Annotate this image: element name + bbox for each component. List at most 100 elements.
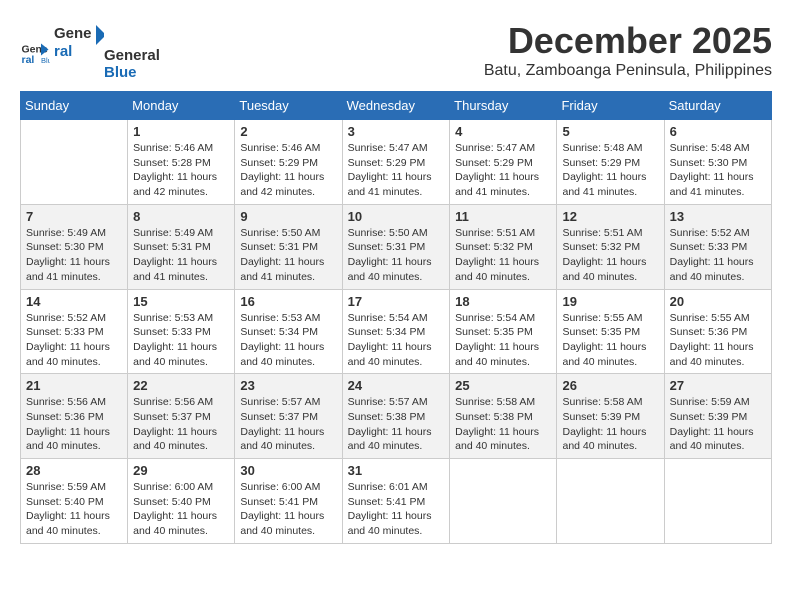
calendar-day-23: 23 Sunrise: 5:57 AM Sunset: 5:37 PM Dayli… xyxy=(235,374,342,459)
column-header-saturday: Saturday xyxy=(664,92,771,120)
day-info: Sunrise: 5:56 AM Sunset: 5:36 PM Dayligh… xyxy=(26,395,122,454)
page-title: December 2025 xyxy=(484,20,772,62)
day-info: Sunrise: 5:51 AM Sunset: 5:32 PM Dayligh… xyxy=(455,226,551,285)
calendar-day-9: 9 Sunrise: 5:50 AM Sunset: 5:31 PM Daylig… xyxy=(235,204,342,289)
calendar-week-5: 28Sunrise: 5:59 AM Sunset: 5:40 PM Dayli… xyxy=(21,459,772,544)
calendar-day-8: 8Sunrise: 5:49 AM Sunset: 5:31 PM Daylig… xyxy=(128,204,235,289)
day-number: 17 xyxy=(348,294,445,309)
logo: Gene ral Blue Gene ral General Blue xyxy=(20,20,160,81)
day-info: Sunrise: 5:56 AM Sunset: 5:37 PM Dayligh… xyxy=(133,395,229,454)
logo-graphic: Gene ral xyxy=(54,20,104,60)
day-info: Sunrise: 5:54 AM Sunset: 5:35 PM Dayligh… xyxy=(455,311,551,370)
calendar-day-15: 15Sunrise: 5:53 AM Sunset: 5:33 PM Dayli… xyxy=(128,289,235,374)
day-number: 9 xyxy=(240,209,336,224)
column-header-sunday: Sunday xyxy=(21,92,128,120)
day-number: 31 xyxy=(348,463,445,478)
day-number: 30 xyxy=(240,463,336,478)
day-info: Sunrise: 5:57 AM Sunset: 5:38 PM Dayligh… xyxy=(348,395,445,454)
day-number: 29 xyxy=(133,463,229,478)
calendar-day-28: 28Sunrise: 5:59 AM Sunset: 5:40 PM Dayli… xyxy=(21,459,128,544)
calendar-week-1: 1 Sunrise: 5:46 AM Sunset: 5:28 PM Daylig… xyxy=(21,120,772,205)
day-number: 16 xyxy=(240,294,336,309)
day-info: Sunrise: 5:53 AM Sunset: 5:33 PM Dayligh… xyxy=(133,311,229,370)
column-header-wednesday: Wednesday xyxy=(342,92,450,120)
day-number: 22 xyxy=(133,378,229,393)
svg-text:Blue: Blue xyxy=(41,56,50,65)
day-info: Sunrise: 5:59 AM Sunset: 5:40 PM Dayligh… xyxy=(26,480,122,539)
day-info: Sunrise: 5:55 AM Sunset: 5:36 PM Dayligh… xyxy=(670,311,766,370)
logo-line2: Blue xyxy=(104,64,160,81)
calendar-day-2: 2 Sunrise: 5:46 AM Sunset: 5:29 PM Daylig… xyxy=(235,120,342,205)
day-info: Sunrise: 5:49 AM Sunset: 5:30 PM Dayligh… xyxy=(26,226,122,285)
day-number: 14 xyxy=(26,294,122,309)
day-info: Sunrise: 5:52 AM Sunset: 5:33 PM Dayligh… xyxy=(670,226,766,285)
day-info: Sunrise: 5:58 AM Sunset: 5:39 PM Dayligh… xyxy=(562,395,658,454)
calendar-day-4: 4 Sunrise: 5:47 AM Sunset: 5:29 PM Daylig… xyxy=(450,120,557,205)
day-number: 3 xyxy=(348,124,445,139)
day-number: 7 xyxy=(26,209,122,224)
day-info: Sunrise: 5:58 AM Sunset: 5:38 PM Dayligh… xyxy=(455,395,551,454)
day-info: Sunrise: 5:50 AM Sunset: 5:31 PM Dayligh… xyxy=(240,226,336,285)
calendar-week-2: 7 Sunrise: 5:49 AM Sunset: 5:30 PM Daylig… xyxy=(21,204,772,289)
calendar-day-26: 26 Sunrise: 5:58 AM Sunset: 5:39 PM Dayli… xyxy=(557,374,664,459)
day-info: Sunrise: 5:55 AM Sunset: 5:35 PM Dayligh… xyxy=(562,311,658,370)
calendar-day-17: 17 Sunrise: 5:54 AM Sunset: 5:34 PM Dayli… xyxy=(342,289,450,374)
calendar-day-3: 3Sunrise: 5:47 AM Sunset: 5:29 PM Daylig… xyxy=(342,120,450,205)
day-number: 10 xyxy=(348,209,445,224)
calendar-day-21: 21 Sunrise: 5:56 AM Sunset: 5:36 PM Dayli… xyxy=(21,374,128,459)
day-number: 12 xyxy=(562,209,658,224)
column-header-friday: Friday xyxy=(557,92,664,120)
calendar-day-12: 12 Sunrise: 5:51 AM Sunset: 5:32 PM Dayli… xyxy=(557,204,664,289)
day-number: 20 xyxy=(670,294,766,309)
day-number: 27 xyxy=(670,378,766,393)
calendar-day-7: 7 Sunrise: 5:49 AM Sunset: 5:30 PM Daylig… xyxy=(21,204,128,289)
day-info: Sunrise: 5:59 AM Sunset: 5:39 PM Dayligh… xyxy=(670,395,766,454)
day-number: 8 xyxy=(133,209,229,224)
day-number: 24 xyxy=(348,378,445,393)
calendar-day-27: 27 Sunrise: 5:59 AM Sunset: 5:39 PM Dayli… xyxy=(664,374,771,459)
logo-icon: Gene ral Blue xyxy=(20,36,50,66)
day-number: 21 xyxy=(26,378,122,393)
day-number: 23 xyxy=(240,378,336,393)
day-number: 2 xyxy=(240,124,336,139)
calendar-day-10: 10 Sunrise: 5:50 AM Sunset: 5:31 PM Dayli… xyxy=(342,204,450,289)
calendar-day-6: 6Sunrise: 5:48 AM Sunset: 5:30 PM Daylig… xyxy=(664,120,771,205)
calendar-day-20: 20 Sunrise: 5:55 AM Sunset: 5:36 PM Dayli… xyxy=(664,289,771,374)
day-info: Sunrise: 5:53 AM Sunset: 5:34 PM Dayligh… xyxy=(240,311,336,370)
day-info: Sunrise: 5:51 AM Sunset: 5:32 PM Dayligh… xyxy=(562,226,658,285)
calendar-day-22: 22 Sunrise: 5:56 AM Sunset: 5:37 PM Dayli… xyxy=(128,374,235,459)
day-number: 26 xyxy=(562,378,658,393)
title-section: December 2025 Batu, Zamboanga Peninsula,… xyxy=(484,20,772,80)
day-info: Sunrise: 6:00 AM Sunset: 5:40 PM Dayligh… xyxy=(133,480,229,539)
day-number: 19 xyxy=(562,294,658,309)
day-number: 1 xyxy=(133,124,229,139)
day-info: Sunrise: 5:54 AM Sunset: 5:34 PM Dayligh… xyxy=(348,311,445,370)
calendar-day-13: 13Sunrise: 5:52 AM Sunset: 5:33 PM Dayli… xyxy=(664,204,771,289)
day-info: Sunrise: 5:46 AM Sunset: 5:28 PM Dayligh… xyxy=(133,141,229,200)
calendar-week-3: 14 Sunrise: 5:52 AM Sunset: 5:33 PM Dayli… xyxy=(21,289,772,374)
column-header-monday: Monday xyxy=(128,92,235,120)
page-subtitle: Batu, Zamboanga Peninsula, Philippines xyxy=(484,62,772,80)
calendar-body: 1 Sunrise: 5:46 AM Sunset: 5:28 PM Daylig… xyxy=(21,120,772,544)
day-number: 11 xyxy=(455,209,551,224)
calendar-day-24: 24 Sunrise: 5:57 AM Sunset: 5:38 PM Dayli… xyxy=(342,374,450,459)
day-info: Sunrise: 5:52 AM Sunset: 5:33 PM Dayligh… xyxy=(26,311,122,370)
calendar-day-25: 25 Sunrise: 5:58 AM Sunset: 5:38 PM Dayli… xyxy=(450,374,557,459)
logo-line1: General xyxy=(104,47,160,64)
day-number: 5 xyxy=(562,124,658,139)
day-number: 25 xyxy=(455,378,551,393)
calendar-day-11: 11 Sunrise: 5:51 AM Sunset: 5:32 PM Dayli… xyxy=(450,204,557,289)
day-number: 4 xyxy=(455,124,551,139)
calendar-header-row: SundayMondayTuesdayWednesdayThursdayFrid… xyxy=(21,92,772,120)
calendar-week-4: 21 Sunrise: 5:56 AM Sunset: 5:36 PM Dayli… xyxy=(21,374,772,459)
day-info: Sunrise: 5:48 AM Sunset: 5:30 PM Dayligh… xyxy=(670,141,766,200)
day-info: Sunrise: 6:00 AM Sunset: 5:41 PM Dayligh… xyxy=(240,480,336,539)
day-info: Sunrise: 5:46 AM Sunset: 5:29 PM Dayligh… xyxy=(240,141,336,200)
day-info: Sunrise: 5:47 AM Sunset: 5:29 PM Dayligh… xyxy=(455,141,551,200)
day-info: Sunrise: 5:50 AM Sunset: 5:31 PM Dayligh… xyxy=(348,226,445,285)
column-header-tuesday: Tuesday xyxy=(235,92,342,120)
day-info: Sunrise: 5:57 AM Sunset: 5:37 PM Dayligh… xyxy=(240,395,336,454)
column-header-thursday: Thursday xyxy=(450,92,557,120)
header: Gene ral Blue Gene ral General Blue Dece… xyxy=(20,20,772,81)
calendar-table: SundayMondayTuesdayWednesdayThursdayFrid… xyxy=(20,91,772,544)
